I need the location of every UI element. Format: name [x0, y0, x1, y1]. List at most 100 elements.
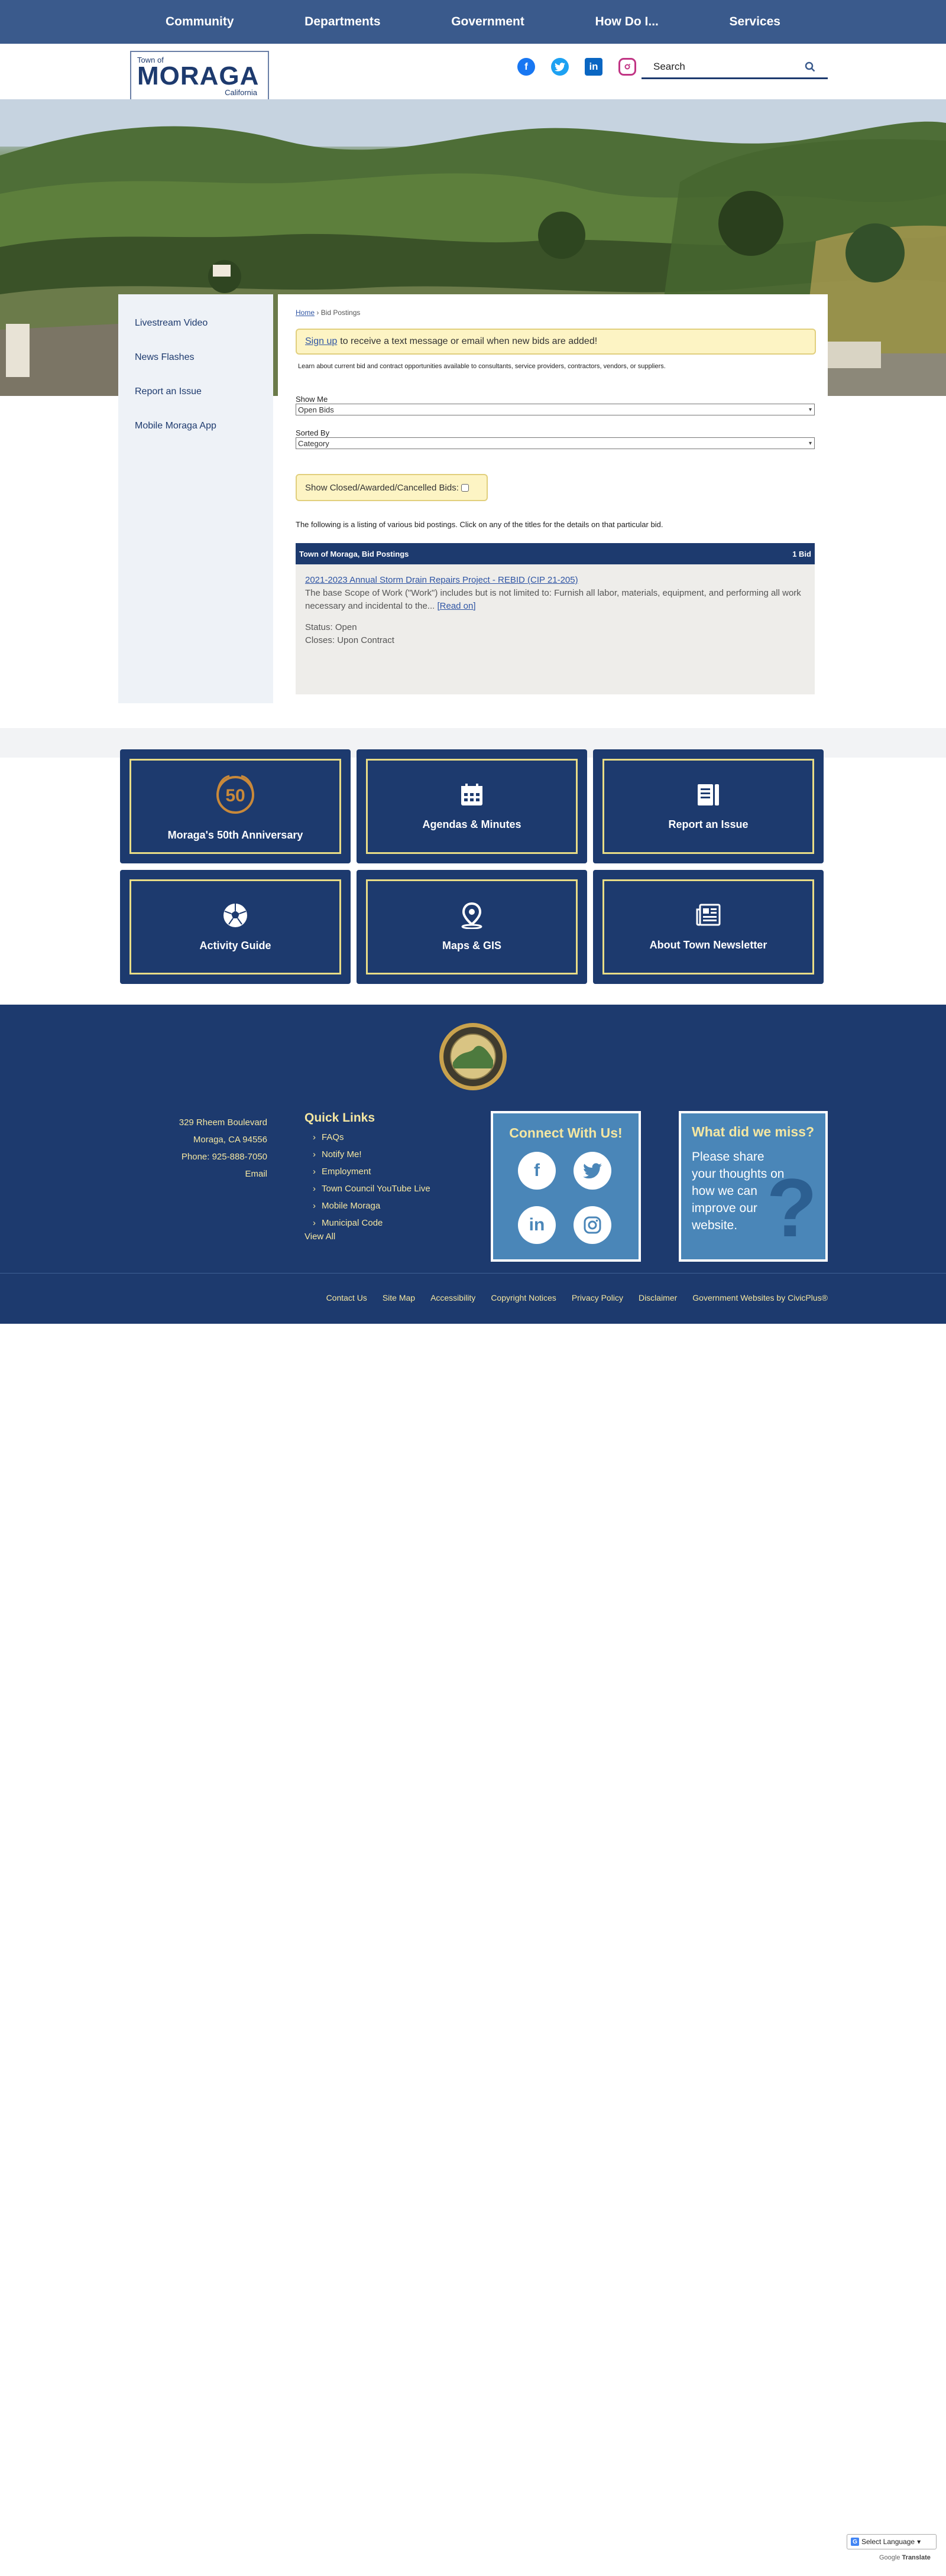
search-input[interactable] [642, 60, 801, 73]
bid-description-text: The base Scope of Work ("Work") includes… [305, 588, 801, 611]
quick-link-youtube-live[interactable]: Town Council YouTube Live [304, 1180, 430, 1197]
intro-text: Learn about current bid and contract opp… [298, 363, 666, 370]
site-footer: 329 Rheem Boulevard Moraga, CA 94556 Pho… [0, 1005, 946, 1324]
language-select[interactable]: G Select Language ▾ [847, 2534, 937, 2549]
sidebar-item-mobile-moraga-app[interactable]: Mobile Moraga App [135, 421, 273, 431]
breadcrumb-current: Bid Postings [320, 308, 361, 317]
twitter-icon[interactable] [574, 1152, 611, 1190]
email-link[interactable]: Email [245, 1169, 267, 1179]
sidebar-item-livestream-video[interactable]: Livestream Video [135, 318, 273, 329]
breadcrumb-separator: › [316, 308, 319, 317]
nav-item-community[interactable]: Community [136, 15, 264, 29]
instagram-icon[interactable] [618, 58, 636, 76]
feedback-text: Please share your thoughts on how we can… [692, 1150, 785, 1232]
tile-label: Activity Guide [199, 940, 271, 951]
chevron-down-icon: ▾ [917, 2538, 921, 2546]
footer-address: 329 Rheem Boulevard Moraga, CA 94556 Pho… [148, 1114, 267, 1183]
sidebar-item-news-flashes[interactable]: News Flashes [135, 352, 273, 363]
footer-link-site-map[interactable]: Site Map [383, 1293, 415, 1302]
nav-item-services[interactable]: Services [700, 15, 810, 29]
footer-link-accessibility[interactable]: Accessibility [430, 1293, 475, 1302]
footer-link-civicplus[interactable]: Government Websites by CivicPlus® [692, 1293, 828, 1302]
read-on-link[interactable]: [Read on] [437, 601, 475, 611]
tile-label: Agendas & Minutes [422, 818, 521, 830]
tile-frame: About Town Newsletter [602, 879, 814, 974]
feedback-title: What did we miss? [692, 1124, 815, 1139]
footer-link-privacy-policy[interactable]: Privacy Policy [572, 1293, 623, 1302]
footer-divider [0, 1273, 946, 1274]
tile-report-an-issue[interactable]: Report an Issue [593, 749, 824, 863]
show-closed-label: Show Closed/Awarded/Cancelled Bids: [305, 482, 459, 493]
nav-item-how-do-i[interactable]: How Do I... [566, 15, 688, 29]
linkedin-icon[interactable]: in [518, 1206, 556, 1244]
footer-link-contact-us[interactable]: Contact Us [326, 1293, 367, 1302]
tile-50th-anniversary[interactable]: 50 Moraga's 50th Anniversary [120, 749, 351, 863]
sidebar-item-report-an-issue[interactable]: Report an Issue [135, 386, 273, 397]
tile-maps-gis[interactable]: Maps & GIS [357, 870, 587, 984]
signup-text: to receive a text message or email when … [340, 336, 598, 346]
breadcrumb: Home › Bid Postings [296, 308, 810, 317]
signup-notice: Sign up to receive a text message or ema… [296, 329, 816, 355]
tile-frame: Report an Issue [602, 759, 814, 854]
footer-link-disclaimer[interactable]: Disclaimer [639, 1293, 677, 1302]
tile-frame: Agendas & Minutes [366, 759, 578, 854]
linkedin-icon[interactable]: in [585, 58, 602, 76]
bid-table-header: Town of Moraga, Bid Postings 1 Bid [296, 543, 815, 564]
tile-agendas-minutes[interactable]: Agendas & Minutes [357, 749, 587, 863]
tile-frame: Activity Guide [129, 879, 341, 974]
tile-town-newsletter[interactable]: About Town Newsletter [593, 870, 824, 984]
quick-link-employment[interactable]: Employment [304, 1163, 430, 1180]
bid-description: The base Scope of Work ("Work") includes… [305, 587, 805, 613]
translate-text: Translate [902, 2554, 931, 2561]
twitter-icon[interactable] [551, 58, 569, 76]
closes-value: Upon Contract [337, 635, 394, 645]
site-header: Town of MORAGA California f in [0, 44, 946, 102]
signup-link[interactable]: Sign up [305, 336, 337, 347]
show-closed-checkbox[interactable] [461, 483, 469, 492]
quick-links: Quick Links FAQs Notify Me! Employment T… [304, 1111, 430, 1242]
tile-frame: 50 Moraga's 50th Anniversary [129, 759, 341, 854]
status-label: Status: [305, 622, 333, 632]
feedback-panel[interactable]: What did we miss? Please share your thou… [679, 1111, 828, 1262]
quick-link-municipal-code[interactable]: Municipal Code [304, 1214, 430, 1232]
facebook-icon[interactable]: f [518, 1152, 556, 1190]
tile-label: About Town Newsletter [649, 939, 767, 951]
tile-label: Moraga's 50th Anniversary [167, 829, 303, 841]
show-me-select[interactable]: Open Bids ▾ [296, 404, 815, 415]
anniversary-50-icon: 50 [216, 775, 254, 814]
sidebar-menu: Livestream Video News Flashes Report an … [118, 294, 273, 703]
quick-links-title: Quick Links [304, 1111, 375, 1125]
anniversary-badge-text: 50 [225, 786, 245, 805]
breadcrumb-home-link[interactable]: Home [296, 308, 315, 317]
sorted-by-value: Category [298, 438, 329, 448]
search-icon[interactable] [801, 58, 819, 76]
quick-link-notify-me[interactable]: Notify Me! [304, 1146, 430, 1163]
chevron-down-icon: ▾ [808, 440, 812, 447]
bid-postings-content: Home › Bid Postings Sign up to receive a… [278, 294, 828, 703]
address-city: Moraga, CA 94556 [193, 1135, 267, 1145]
logo-name-text: MORAGA [137, 61, 260, 90]
address-phone: Phone: 925-888-7050 [181, 1152, 267, 1162]
sorted-by-select[interactable]: Category ▾ [296, 437, 815, 449]
bid-status-row: Status: Open [305, 621, 805, 634]
tile-activity-guide[interactable]: Activity Guide [120, 870, 351, 984]
status-value: Open [335, 622, 357, 632]
town-logo[interactable]: Town of MORAGA California [130, 51, 269, 102]
view-all-link[interactable]: View All [304, 1232, 430, 1242]
bid-title-link[interactable]: 2021-2023 Annual Storm Drain Repairs Pro… [305, 575, 578, 585]
bid-table-title: Town of Moraga, Bid Postings [299, 549, 409, 558]
facebook-icon[interactable]: f [517, 58, 535, 76]
language-select-label: Select Language [861, 2538, 915, 2546]
calendar-icon [461, 784, 482, 805]
nav-item-departments[interactable]: Departments [275, 15, 410, 29]
nav-item-government[interactable]: Government [422, 15, 554, 29]
instagram-icon[interactable] [574, 1206, 611, 1244]
bid-list-item: 2021-2023 Annual Storm Drain Repairs Pro… [296, 564, 815, 694]
quick-link-mobile-moraga[interactable]: Mobile Moraga [304, 1197, 430, 1214]
show-closed-toggle: Show Closed/Awarded/Cancelled Bids: [296, 474, 488, 501]
main-navigation: Community Departments Government How Do … [0, 0, 946, 44]
footer-link-copyright[interactable]: Copyright Notices [491, 1293, 556, 1302]
address-street: 329 Rheem Boulevard [179, 1118, 267, 1128]
quick-link-faqs[interactable]: FAQs [304, 1129, 430, 1146]
tile-label: Report an Issue [668, 818, 749, 830]
